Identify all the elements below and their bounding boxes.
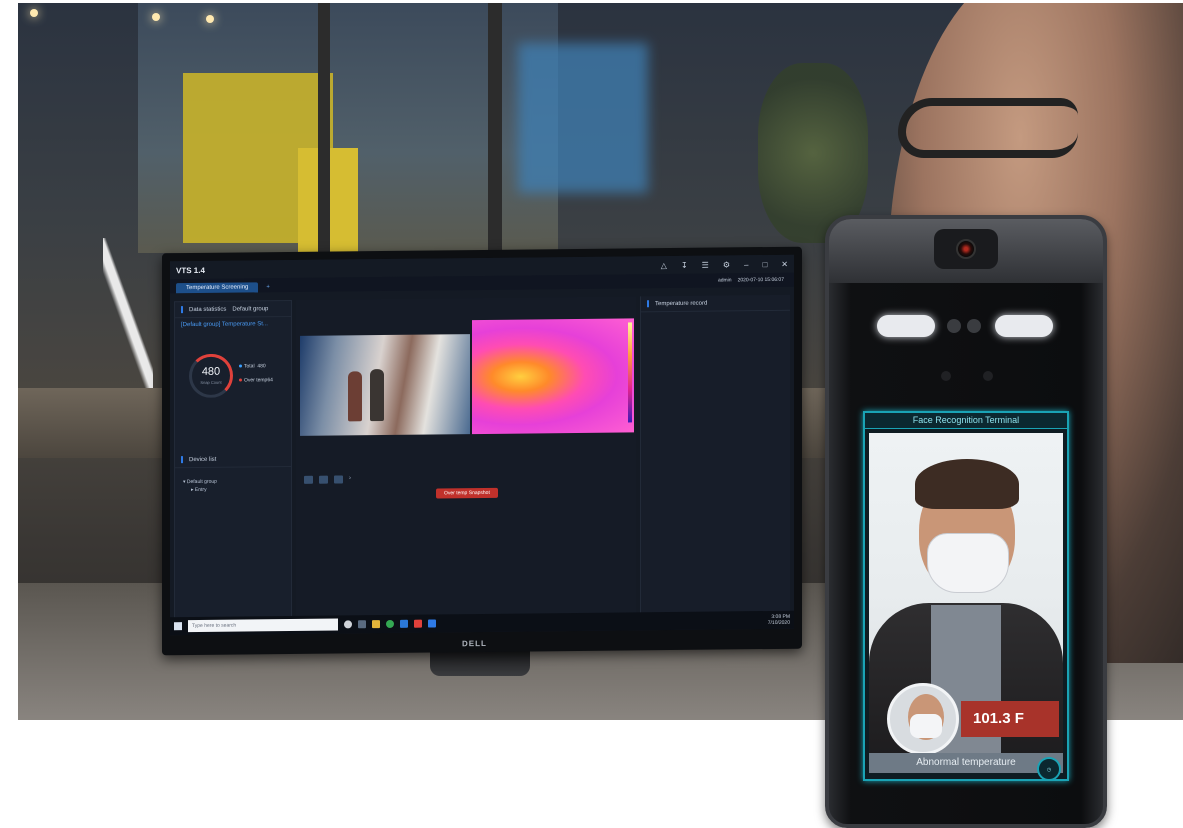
maximize-icon[interactable]: □ <box>762 260 767 269</box>
total-stat: Total 480 <box>239 363 266 369</box>
total-dot <box>239 364 242 368</box>
thermal-scale <box>628 322 632 423</box>
ceiling-light <box>30 9 38 17</box>
minimize-icon[interactable]: – <box>744 260 748 269</box>
section-marker <box>181 306 183 314</box>
snap-count-label: Snap Count <box>200 379 222 385</box>
total-label: Total <box>244 363 255 370</box>
thumbnail-mask <box>910 714 942 738</box>
title-icons: △ ↧ ☰ ⚙ – □ ✕ <box>661 259 788 269</box>
playback-controls: › <box>304 475 351 484</box>
close-icon[interactable]: ✕ <box>781 259 788 268</box>
group-select[interactable]: Default group <box>232 306 268 312</box>
snap-count-value: 480 <box>201 365 221 378</box>
task-view-icon[interactable] <box>358 620 366 629</box>
clock-dial-icon: ◷ <box>1037 757 1061 781</box>
section-marker <box>647 300 649 308</box>
sensor <box>941 371 951 381</box>
temperature-record-header: Temperature record <box>641 294 790 313</box>
add-tab-icon[interactable]: + <box>262 282 274 292</box>
face-thumbnail <box>887 683 959 753</box>
monitor-stand <box>430 650 530 676</box>
chrome-icon[interactable] <box>386 619 394 629</box>
monitor: VTS 1.4 △ ↧ ☰ ⚙ – □ ✕ Temperature Screen… <box>162 246 802 656</box>
terminal-screen: Face Recognition Terminal 101.3 F Abnorm… <box>863 411 1069 781</box>
tab-temperature-screening[interactable]: Temperature Screening <box>176 282 259 294</box>
datetime: 2020-07-10 15:06:07 <box>737 276 784 284</box>
sensor-dot <box>967 319 981 333</box>
over-temp-snapshot-label: Over temp Snapshot <box>436 487 498 499</box>
device-tree: ▾ Default group ▸ Entry <box>183 478 217 494</box>
vts-app-icon[interactable] <box>428 619 436 628</box>
right-panel: Temperature record <box>640 294 790 615</box>
temperature-record-label: Temperature record <box>655 300 708 307</box>
bell-icon[interactable]: △ <box>661 261 667 270</box>
tree-child[interactable]: ▸ Entry <box>183 486 217 494</box>
taskbar-clock[interactable]: 3:08 PM 7/10/2020 <box>768 614 790 626</box>
clock-date: 7/10/2020 <box>767 619 790 627</box>
data-statistics-label: Data statistics <box>189 306 227 313</box>
taskbar-search[interactable]: Type here to search <box>188 618 338 633</box>
dell-logo: DELL <box>462 638 487 649</box>
settings-icon[interactable]: ⚙ <box>723 260 730 269</box>
sensor <box>983 371 993 381</box>
temperature-badge: 101.3 F <box>961 701 1059 737</box>
section-marker <box>181 456 183 464</box>
cortana-icon[interactable] <box>344 620 352 629</box>
pause-button[interactable] <box>319 475 328 484</box>
windows-start-icon[interactable] <box>174 622 182 631</box>
window-frame <box>488 3 502 263</box>
window-glow <box>518 43 648 193</box>
app-title: VTS 1.4 <box>176 265 205 275</box>
face-recognition-terminal: Face Recognition Terminal 101.3 F Abnorm… <box>825 215 1107 828</box>
video-panel: › Over temp Snapshot <box>296 296 636 618</box>
camera-housing <box>934 229 998 269</box>
menu-icon[interactable]: ☰ <box>702 260 709 269</box>
scene: VTS 1.4 △ ↧ ☰ ⚙ – □ ✕ Temperature Screen… <box>0 0 1183 828</box>
download-icon[interactable]: ↧ <box>681 260 688 269</box>
camera-lens <box>956 239 976 259</box>
ceiling-light <box>152 13 160 21</box>
glasses <box>898 98 1078 158</box>
person-figure <box>348 371 362 422</box>
over-temp-label: Over temp <box>244 377 268 384</box>
terminal-top <box>829 219 1103 283</box>
tree-child-label: Entry <box>194 486 207 494</box>
device-list-label: Device list <box>189 456 217 463</box>
ceiling-light <box>206 15 214 23</box>
file-explorer-icon[interactable] <box>372 620 380 629</box>
group-title: [Default group] Temperature St... <box>181 321 268 329</box>
person-figure <box>370 369 384 422</box>
over-temp-dot <box>239 378 242 382</box>
thermal-camera-feed[interactable] <box>472 318 634 435</box>
data-statistics-header: Data statistics Default group <box>175 301 291 319</box>
ir-light <box>877 315 935 337</box>
left-panel: Data statistics Default group [Default g… <box>174 299 292 620</box>
face-mask <box>927 533 1009 593</box>
monitor-screen: VTS 1.4 △ ↧ ☰ ⚙ – □ ✕ Temperature Screen… <box>170 254 794 636</box>
next-icon[interactable]: › <box>349 475 351 483</box>
app-icon[interactable] <box>414 619 422 628</box>
over-temp-stat: Over temp64 <box>239 377 273 383</box>
username[interactable]: admin <box>718 277 732 283</box>
pen-holder <box>103 238 153 388</box>
hair <box>915 459 1019 509</box>
visible-camera-feed[interactable] <box>300 334 470 436</box>
tree-root[interactable]: ▾ Default group <box>183 478 217 486</box>
over-temp-value: 64 <box>267 377 273 384</box>
stop-button[interactable] <box>304 475 313 484</box>
sensor-dot <box>947 319 961 333</box>
terminal-header: Face Recognition Terminal <box>865 413 1067 429</box>
user-info: admin 2020-07-10 15:06:07 <box>718 277 784 284</box>
window-frame <box>318 3 330 263</box>
face-view: 101.3 F <box>869 433 1063 753</box>
device-list-header: Device list <box>175 451 291 469</box>
tree-root-label: Default group <box>186 478 217 486</box>
store-icon[interactable] <box>400 619 408 628</box>
ir-light <box>995 315 1053 337</box>
snapshot-button[interactable] <box>334 475 343 484</box>
status-bar: Abnormal temperature <box>869 753 1063 773</box>
total-value: 480 <box>257 363 266 370</box>
